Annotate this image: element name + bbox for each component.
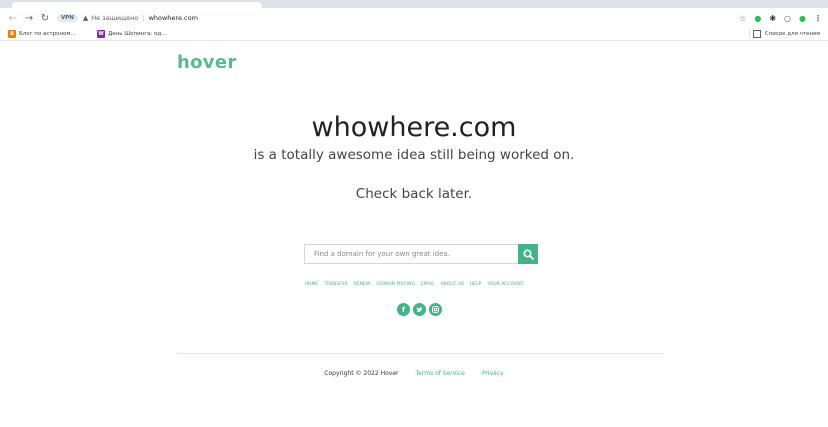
page-title: whowhere.com	[311, 112, 517, 143]
browser-toolbar: ← → ↻ VPN ▲ Не защищено | whowhere.com ☆…	[0, 8, 828, 28]
social-links: f	[397, 303, 442, 316]
browser-menu-icon[interactable]: ⋮	[814, 14, 822, 23]
nav-domain-pricing[interactable]: DOMAIN PRICING	[376, 282, 415, 287]
back-arrow-icon[interactable]: ←	[7, 11, 19, 25]
reload-icon[interactable]: ↻	[39, 11, 51, 25]
address-bar[interactable]: VPN ▲ Не защищено | whowhere.com	[57, 10, 757, 26]
bookmarks-divider	[749, 30, 750, 38]
hover-logo[interactable]: hover	[177, 52, 237, 73]
blogger-icon: B	[8, 30, 16, 38]
domain-search-input[interactable]: Find a domain for your own great idea.	[304, 244, 518, 264]
nav-renew[interactable]: RENEW	[354, 282, 371, 287]
bookmarks-bar: B Блог по астроном... W День Шопинга: од…	[0, 28, 828, 41]
footer: Copyright © 2022 Hover Terms of Service …	[0, 370, 828, 377]
warning-icon[interactable]: ▲	[83, 14, 88, 22]
nav-about-us[interactable]: ABOUT US	[441, 282, 464, 287]
bookmark-blog[interactable]: B Блог по астроном...	[8, 30, 76, 38]
privacy-link[interactable]: Privacy	[482, 370, 504, 377]
twitter-icon[interactable]	[413, 303, 426, 316]
nav-home[interactable]: HOME	[305, 282, 319, 287]
url-text[interactable]: whowhere.com	[149, 14, 198, 22]
bookmark-label: День Шопинга: од...	[108, 31, 167, 37]
site-nav: HOME TRANSFER RENEW DOMAIN PRICING EMAIL…	[0, 282, 828, 287]
nav-transfer[interactable]: TRANSFER	[324, 282, 348, 287]
bookmark-shopping-day[interactable]: W День Шопинга: од...	[97, 30, 167, 38]
wildberries-icon: W	[97, 30, 105, 38]
bookmark-label: Блог по астроном...	[19, 31, 76, 37]
terms-link[interactable]: Terms of Service	[416, 370, 465, 377]
nav-your-account[interactable]: YOUR ACCOUNT	[487, 282, 523, 287]
url-separator: |	[142, 14, 145, 22]
reading-list-button[interactable]: Список для чтения	[752, 30, 820, 38]
profile-icon[interactable]: ○	[784, 14, 791, 23]
vpn-badge[interactable]: VPN	[57, 14, 78, 22]
search-button[interactable]	[518, 244, 538, 264]
forward-arrow-icon[interactable]: →	[23, 11, 35, 25]
facebook-icon[interactable]: f	[397, 303, 410, 316]
toolbar-actions: ☆ ● ✱ ○ ● ⋮	[739, 10, 822, 26]
vpn-extension-icon[interactable]: ●	[799, 14, 806, 23]
tab-strip	[0, 0, 828, 8]
reading-list-icon	[752, 30, 761, 38]
instagram-icon[interactable]	[429, 303, 442, 316]
check-back-text: Check back later.	[355, 186, 473, 202]
reading-list-label: Список для чтения	[764, 31, 820, 37]
extensions-puzzle-icon[interactable]: ✱	[769, 14, 776, 23]
domain-search: Find a domain for your own great idea.	[304, 244, 538, 264]
nav-email[interactable]: EMAIL	[421, 282, 435, 287]
copyright-text: Copyright © 2022 Hover	[324, 370, 399, 377]
insecure-label[interactable]: Не защищено	[91, 14, 138, 22]
extension-shield-icon[interactable]: ●	[754, 14, 761, 23]
search-icon	[522, 248, 534, 260]
page-subtitle: is a totally awesome idea still being wo…	[253, 147, 575, 163]
bookmark-star-icon[interactable]: ☆	[739, 14, 746, 23]
footer-divider	[177, 353, 664, 354]
nav-help[interactable]: HELP	[470, 282, 481, 287]
